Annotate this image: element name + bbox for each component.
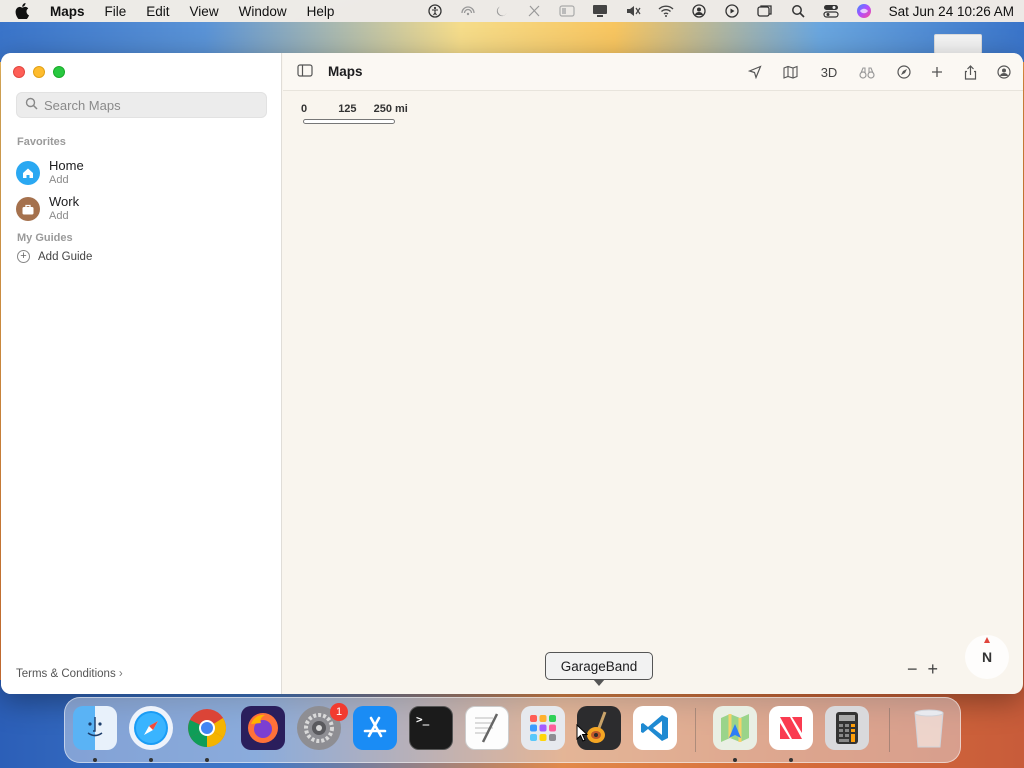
running-indicator xyxy=(205,758,209,762)
zoom-controls: − + xyxy=(907,659,938,680)
wifi-icon[interactable] xyxy=(650,4,683,18)
favorite-item-work[interactable]: Work Add xyxy=(16,195,79,223)
window-title: Maps xyxy=(328,64,363,79)
scale-zero: 0 xyxy=(301,103,308,115)
firefox-icon[interactable] xyxy=(241,706,285,750)
tooltip-arrow xyxy=(593,679,605,686)
menu-help[interactable]: Help xyxy=(307,4,335,19)
spotlight-search-icon[interactable] xyxy=(782,4,815,18)
menu-app-name[interactable]: Maps xyxy=(50,4,85,19)
dock: 1 >_ xyxy=(64,697,961,763)
calculator-icon[interactable] xyxy=(825,706,869,750)
account-icon[interactable] xyxy=(993,62,1015,82)
accessibility-icon[interactable] xyxy=(419,4,452,18)
scale-max: 250 mi xyxy=(373,103,408,115)
window-switch-icon[interactable] xyxy=(749,4,782,18)
add-guide-button[interactable]: + Add Guide xyxy=(17,250,92,263)
favorite-sub: Add xyxy=(49,174,69,186)
menu-bar: Maps File Edit View Window Help Sat Jun … xyxy=(0,0,1024,22)
add-guide-label: Add Guide xyxy=(38,250,93,263)
location-arrow-icon[interactable] xyxy=(744,62,766,82)
maps-window: Favorites Home Add Work Add My Guides + … xyxy=(1,53,1023,694)
menu-edit[interactable]: Edit xyxy=(146,4,169,19)
desktop-file-icon[interactable] xyxy=(934,34,982,54)
favorite-name: Work xyxy=(49,194,80,209)
status-area: Sat Jun 24 10:26 AM xyxy=(419,0,1014,22)
vscode-icon[interactable] xyxy=(633,706,677,750)
favorite-item-home[interactable]: Home Add xyxy=(16,159,84,187)
briefcase-icon xyxy=(16,197,40,221)
apple-menu-icon[interactable] xyxy=(10,3,34,19)
favorite-sub: Add xyxy=(49,210,69,222)
chevron-right-icon: › xyxy=(118,668,123,680)
user-account-icon[interactable] xyxy=(683,4,716,18)
maps-icon[interactable] xyxy=(713,706,757,750)
terms-link[interactable]: Terms & Conditions › xyxy=(16,668,123,680)
favorites-title: Favorites xyxy=(17,136,66,148)
sidebar-toggle-icon[interactable] xyxy=(297,64,313,80)
search-icon xyxy=(25,97,38,113)
map-scale: 0 125 250 mi xyxy=(301,103,408,115)
play-icon[interactable] xyxy=(716,4,749,18)
window-controls xyxy=(13,66,65,78)
menubar-clock[interactable]: Sat Jun 24 10:26 AM xyxy=(889,4,1014,19)
dock-separator xyxy=(695,708,696,752)
map-mode-icon[interactable] xyxy=(779,62,801,82)
minimize-button[interactable] xyxy=(33,66,45,78)
running-indicator xyxy=(733,758,737,762)
pen-tool-icon[interactable] xyxy=(518,4,551,18)
add-plus-icon[interactable] xyxy=(926,62,948,82)
notification-badge: 1 xyxy=(330,703,348,721)
zoom-out-button[interactable]: − xyxy=(907,659,918,680)
menu-window[interactable]: Window xyxy=(239,4,287,19)
airdrop-icon[interactable] xyxy=(452,4,485,18)
trash-icon[interactable] xyxy=(907,706,951,750)
sidebar: Favorites Home Add Work Add My Guides + … xyxy=(1,53,282,694)
share-icon[interactable] xyxy=(959,62,981,82)
zoom-in-button[interactable]: + xyxy=(928,659,939,680)
scale-bar xyxy=(303,119,395,124)
window-layout-icon[interactable] xyxy=(551,5,584,17)
focus-moon-icon[interactable] xyxy=(485,5,518,18)
zoom-button[interactable] xyxy=(53,66,65,78)
my-guides-title: My Guides xyxy=(17,232,73,244)
siri-icon[interactable] xyxy=(848,3,881,19)
app-store-icon[interactable] xyxy=(353,706,397,750)
display-icon[interactable] xyxy=(584,4,617,18)
running-indicator xyxy=(93,758,97,762)
textedit-icon[interactable] xyxy=(465,706,509,750)
terms-label: Terms & Conditions xyxy=(16,668,116,680)
3d-button[interactable]: 3D xyxy=(817,62,841,82)
favorite-name: Home xyxy=(49,158,84,173)
plus-circle-icon: + xyxy=(17,250,30,263)
search-field[interactable] xyxy=(16,92,267,118)
menu-file[interactable]: File xyxy=(105,4,127,19)
safari-icon[interactable] xyxy=(129,706,173,750)
menu-view[interactable]: View xyxy=(190,4,219,19)
terminal-icon[interactable]: >_ xyxy=(409,706,453,750)
scale-mid: 125 xyxy=(338,103,357,115)
house-icon xyxy=(16,161,40,185)
mouse-pointer-icon xyxy=(576,723,589,745)
search-input[interactable] xyxy=(44,97,254,113)
launchpad-icon[interactable] xyxy=(521,706,565,750)
control-center-icon[interactable] xyxy=(815,4,848,18)
compass[interactable]: N xyxy=(965,635,1009,679)
look-around-binoculars-icon[interactable] xyxy=(856,62,878,82)
news-icon[interactable] xyxy=(769,706,813,750)
volume-muted-icon[interactable] xyxy=(617,4,650,18)
finder-icon[interactable] xyxy=(73,706,117,750)
map-toolbar: Maps 3D xyxy=(283,53,1023,91)
dock-separator xyxy=(889,708,890,752)
close-button[interactable] xyxy=(13,66,25,78)
dock-tooltip: GarageBand xyxy=(545,652,653,680)
chrome-icon[interactable] xyxy=(185,706,229,750)
compass-needle-icon xyxy=(984,637,990,643)
tracking-compass-icon[interactable] xyxy=(893,62,915,82)
running-indicator xyxy=(789,758,793,762)
compass-label: N xyxy=(981,649,993,665)
running-indicator xyxy=(149,758,153,762)
